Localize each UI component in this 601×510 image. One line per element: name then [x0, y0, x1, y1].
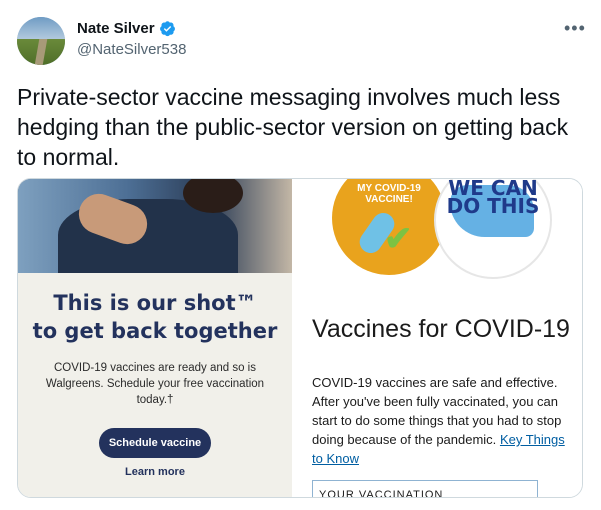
walgreens-ad-image[interactable]: This is our shot™ to get back together C…: [18, 179, 292, 497]
checkmark-icon: ✔: [384, 220, 413, 258]
cdc-body: COVID-19 vaccines are safe and effective…: [312, 375, 565, 466]
learn-more-link[interactable]: Learn more: [18, 466, 292, 478]
cdc-title: Vaccines for COVID-19: [312, 315, 570, 343]
author-name[interactable]: Nate Silver: [77, 20, 155, 37]
tweet-media-card[interactable]: This is our shot™ to get back together C…: [17, 178, 583, 498]
walgreens-headline: This is our shot™ to get back together: [32, 291, 278, 343]
author-handle[interactable]: @NateSilver538: [77, 41, 186, 58]
more-options-icon[interactable]: •••: [564, 18, 586, 39]
tweet-text: Private-sector vaccine messaging involve…: [17, 84, 569, 170]
hug-photo: [18, 179, 292, 273]
walgreens-body: COVID-19 vaccines are ready and so is Wa…: [45, 362, 265, 406]
your-vaccination-section: YOUR VACCINATION: [312, 480, 538, 497]
schedule-vaccine-button[interactable]: Schedule vaccine: [99, 428, 211, 458]
author-name-row[interactable]: Nate Silver: [77, 20, 176, 37]
we-can-do-this-badge: WE CAN DO THIS: [434, 179, 552, 279]
cdc-page-image[interactable]: MY COVID-19 VACCINE! ✔ WE CAN DO THIS Va…: [292, 179, 582, 497]
verified-badge-icon: [159, 21, 175, 37]
avatar[interactable]: [17, 17, 65, 65]
my-covid-vaccine-badge: MY COVID-19 VACCINE! ✔: [332, 179, 446, 275]
